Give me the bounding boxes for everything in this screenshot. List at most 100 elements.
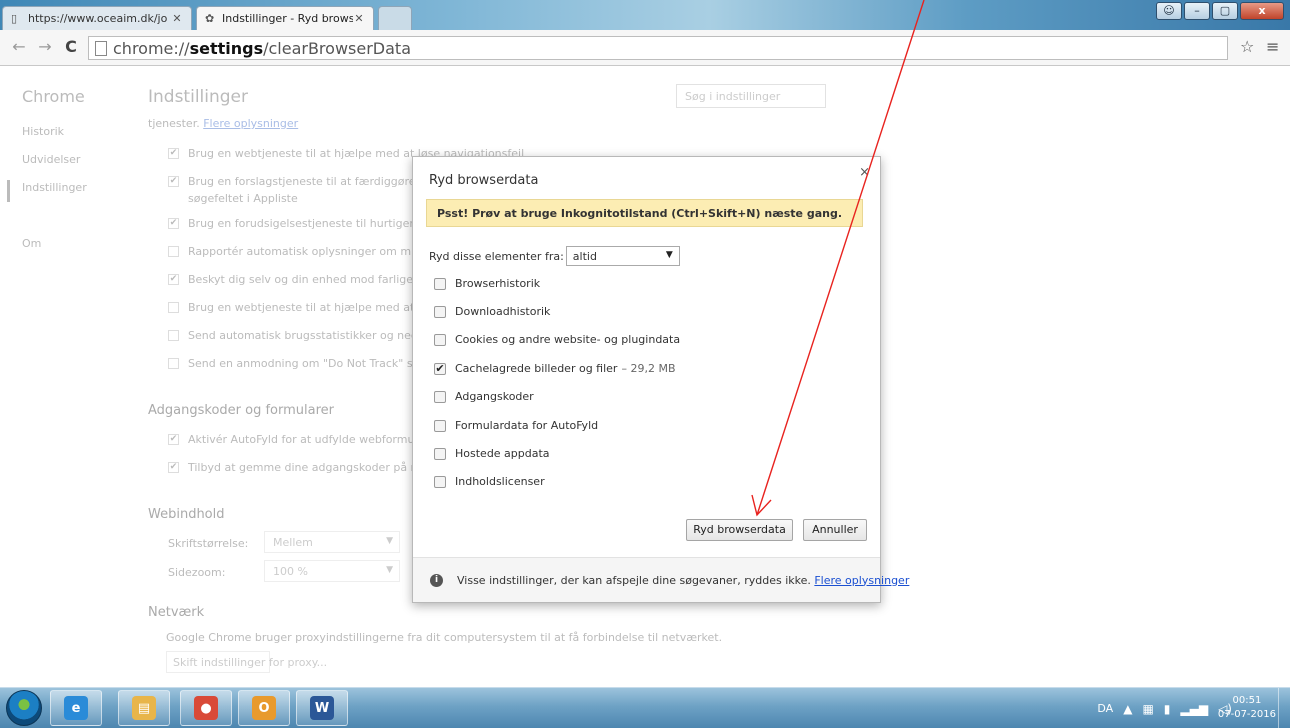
option-cached-images[interactable]: ✔ Cachelagrede billeder og filer – 29,2 MB xyxy=(434,362,676,375)
privacy-option[interactable]: Send en anmodning om "Do Not Track" sam xyxy=(168,357,430,370)
settings-search-input[interactable]: Søg i indstillinger xyxy=(676,84,826,108)
start-button[interactable] xyxy=(6,690,42,726)
checkbox-checked[interactable]: ✔ xyxy=(168,176,179,187)
option-passwords[interactable]: Adgangskoder xyxy=(434,390,534,403)
option-autofill-data[interactable]: Formulardata for AutoFyld xyxy=(434,419,598,432)
close-window-button[interactable]: x xyxy=(1240,2,1284,20)
save-passwords-option[interactable]: ✔ Tilbyd at gemme dine adgangskoder på ne… xyxy=(168,461,440,474)
checkbox-unchecked[interactable] xyxy=(168,330,179,341)
option-browsing-history[interactable]: Browserhistorik xyxy=(434,277,540,290)
checkbox[interactable] xyxy=(434,305,446,318)
checkbox-checked[interactable]: ✔ xyxy=(168,274,179,285)
time-range-label: Ryd disse elementer fra: xyxy=(429,249,564,263)
reload-icon[interactable]: C xyxy=(62,38,80,56)
user-icon[interactable]: ☺ xyxy=(1156,2,1182,20)
url-prefix: chrome:// xyxy=(113,38,190,58)
checkbox-checked[interactable]: ✔ xyxy=(168,434,179,445)
network-heading: Netværk xyxy=(148,605,205,620)
checkbox-checked[interactable]: ✔ xyxy=(168,462,179,473)
sidebar-item-settings[interactable]: Indstillinger xyxy=(22,181,87,194)
checkbox[interactable] xyxy=(434,277,446,290)
network-signal-icon[interactable]: ▂▄▆ xyxy=(1180,702,1208,716)
checkbox-checked[interactable]: ✔ xyxy=(434,362,446,375)
checkbox[interactable] xyxy=(434,333,446,346)
back-arrow-icon[interactable]: ← xyxy=(10,38,28,56)
page-title: Indstillinger xyxy=(148,87,249,107)
time-range-select[interactable]: altid ▼ xyxy=(565,246,680,266)
font-size-label: Skriftstørrelse: xyxy=(168,537,249,550)
new-tab-button[interactable] xyxy=(378,6,412,30)
autofill-option-label: Aktivér AutoFyld for at udfylde webformu… xyxy=(188,433,436,446)
time-range-value: altid xyxy=(572,250,597,263)
incognito-tip-banner: Psst! Prøv at bruge Inkognitotilstand (C… xyxy=(426,199,863,227)
checkbox-unchecked[interactable] xyxy=(168,358,179,369)
forward-arrow-icon[interactable]: → xyxy=(36,38,54,56)
address-bar[interactable]: chrome://settings/clearBrowserData xyxy=(88,36,1228,60)
privacy-option[interactable]: Send automatisk brugsstatistikker og ned… xyxy=(168,329,436,342)
privacy-option[interactable]: ✔ Beskyt dig selv og din enhed mod farlig… xyxy=(168,273,439,286)
option-label: Formulardata for AutoFyld xyxy=(455,419,599,432)
privacy-option[interactable]: Brug en webtjeneste til at hjælpe med at… xyxy=(168,301,437,314)
taskbar-app-word[interactable]: W xyxy=(296,690,348,726)
show-desktop-button[interactable] xyxy=(1278,688,1290,728)
taskbar-app-outlook[interactable]: O xyxy=(238,690,290,726)
tab-settings[interactable]: ✿ Indstillinger - Ryd browse ✕ xyxy=(196,6,374,30)
system-tray: DA ▲ ▦ ▮ ▂▄▆ ◁) xyxy=(1097,688,1232,728)
privacy-option[interactable]: ✔ Brug en forudsigelsestjeneste til hurti… xyxy=(168,217,440,230)
language-indicator[interactable]: DA xyxy=(1097,702,1113,715)
clear-browser-data-button[interactable]: Ryd browserdata xyxy=(686,519,793,541)
sidebar-item-about[interactable]: Om xyxy=(22,237,41,250)
time-range-row: Ryd disse elementer fra: altid ▼ xyxy=(429,246,680,266)
option-hosted-app-data[interactable]: Hostede appdata xyxy=(434,447,550,460)
chevron-down-icon: ▼ xyxy=(665,250,673,260)
zoom-value: 100 % xyxy=(273,565,308,578)
privacy-option-label: Rapportér automatisk oplysninger om muli… xyxy=(188,245,438,258)
tab-close-icon[interactable]: ✕ xyxy=(353,12,365,25)
sidebar-title: Chrome xyxy=(22,87,85,106)
autofill-option[interactable]: ✔ Aktivér AutoFyld for at udfylde webform… xyxy=(168,433,435,446)
taskbar-app-explorer[interactable]: ▤ xyxy=(118,690,170,726)
checkbox[interactable] xyxy=(434,419,446,432)
action-center-icon[interactable]: ▦ xyxy=(1142,702,1153,716)
zoom-select[interactable]: 100 % ▼ xyxy=(264,560,400,582)
font-size-select[interactable]: Mellem ▼ xyxy=(264,531,400,553)
taskbar-app-chrome[interactable]: ● xyxy=(180,690,232,726)
proxy-settings-button[interactable]: Skift indstillinger for proxy... xyxy=(166,651,327,673)
tab-label: https://www.oceaim.dk/jo xyxy=(28,12,168,25)
file-explorer-icon: ▤ xyxy=(132,696,156,720)
maximize-button[interactable]: ▢ xyxy=(1212,2,1238,20)
privacy-option-label: Brug en forudsigelsestjeneste til hurtig… xyxy=(188,217,440,230)
cancel-button[interactable]: Annuller xyxy=(803,519,867,541)
clock-time: 00:51 xyxy=(1232,695,1262,706)
show-hidden-icons-icon[interactable]: ▲ xyxy=(1123,702,1132,716)
checkbox-unchecked[interactable] xyxy=(168,302,179,313)
option-label: Indholdslicenser xyxy=(455,475,545,488)
checkbox[interactable] xyxy=(434,447,446,460)
privacy-option[interactable]: ✔ Brug en forslagstjeneste til at færdigg… xyxy=(168,175,439,188)
checkbox-unchecked[interactable] xyxy=(168,246,179,257)
menu-icon[interactable]: ≡ xyxy=(1266,38,1279,56)
clear-browser-data-dialog: Ryd browserdata × Psst! Prøv at bruge In… xyxy=(412,156,909,603)
privacy-option[interactable]: Rapportér automatisk oplysninger om muli… xyxy=(168,245,438,258)
option-content-licenses[interactable]: Indholdslicenser xyxy=(434,475,545,488)
tab-oceaim[interactable]: ▯ https://www.oceaim.dk/jo ✕ xyxy=(2,6,192,30)
option-download-history[interactable]: Downloadhistorik xyxy=(434,305,550,318)
checkbox-checked[interactable]: ✔ xyxy=(168,218,179,229)
services-text: tjenester. Flere oplysninger xyxy=(148,117,298,130)
footer-text: Visse indstillinger, der kan afspejle di… xyxy=(457,574,909,587)
checkbox[interactable] xyxy=(434,390,446,403)
option-cookies[interactable]: Cookies og andre website- og plugindata xyxy=(434,333,680,346)
tab-close-icon[interactable]: ✕ xyxy=(171,12,183,25)
bookmark-star-icon[interactable]: ☆ xyxy=(1240,38,1254,56)
sidebar-item-extensions[interactable]: Udvidelser xyxy=(22,153,80,166)
close-icon[interactable]: × xyxy=(859,165,870,180)
clock[interactable]: 00:51 07-07-2016 xyxy=(1218,694,1276,722)
power-icon[interactable]: ▮ xyxy=(1164,702,1171,716)
footer-more-link[interactable]: Flere oplysninger xyxy=(814,574,909,587)
checkbox-checked[interactable]: ✔ xyxy=(168,148,179,159)
taskbar-app-ie[interactable]: e xyxy=(50,690,102,726)
sidebar-item-history[interactable]: Historik xyxy=(22,125,64,138)
services-more-link[interactable]: Flere oplysninger xyxy=(203,117,298,130)
checkbox[interactable] xyxy=(434,475,446,488)
minimize-button[interactable]: – xyxy=(1184,2,1210,20)
